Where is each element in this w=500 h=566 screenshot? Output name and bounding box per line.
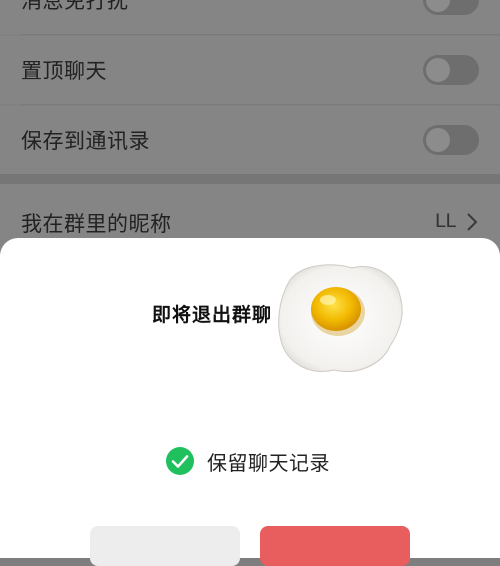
- toggle-knob: [426, 0, 450, 12]
- pin-chat-toggle[interactable]: [423, 55, 479, 85]
- exit-group-dialog: 即将退出群聊 保留聊天记录: [0, 238, 500, 566]
- fried-egg-icon: [278, 264, 403, 372]
- exit-confirm-button[interactable]: [260, 526, 410, 566]
- row-pin-chat[interactable]: 置顶聊天: [0, 36, 500, 104]
- row-label: 我在群里的昵称: [21, 212, 172, 236]
- divider: [21, 34, 500, 35]
- row-label: 保存到通讯录: [21, 129, 150, 153]
- keep-history-label: 保留聊天记录: [207, 450, 330, 475]
- cancel-button[interactable]: [90, 526, 240, 566]
- toggle-knob: [426, 128, 450, 152]
- section-gap: [0, 174, 500, 184]
- row-label: 消息免打扰: [21, 0, 129, 13]
- row-save-to-contacts[interactable]: 保存到通讯录: [0, 106, 500, 174]
- dialog-title: 即将退出群聊: [152, 304, 273, 326]
- nickname-value: LL: [434, 210, 456, 232]
- row-label: 置顶聊天: [21, 59, 107, 83]
- save-to-contacts-toggle[interactable]: [423, 125, 479, 155]
- row-do-not-disturb[interactable]: 消息免打扰: [0, 0, 500, 34]
- toggle-knob: [426, 58, 450, 82]
- keep-history-option[interactable]: 保留聊天记录: [165, 446, 330, 476]
- check-circle-icon[interactable]: [165, 446, 195, 476]
- divider: [21, 104, 500, 105]
- chevron-right-icon: [467, 213, 478, 231]
- do-not-disturb-toggle[interactable]: [423, 0, 479, 15]
